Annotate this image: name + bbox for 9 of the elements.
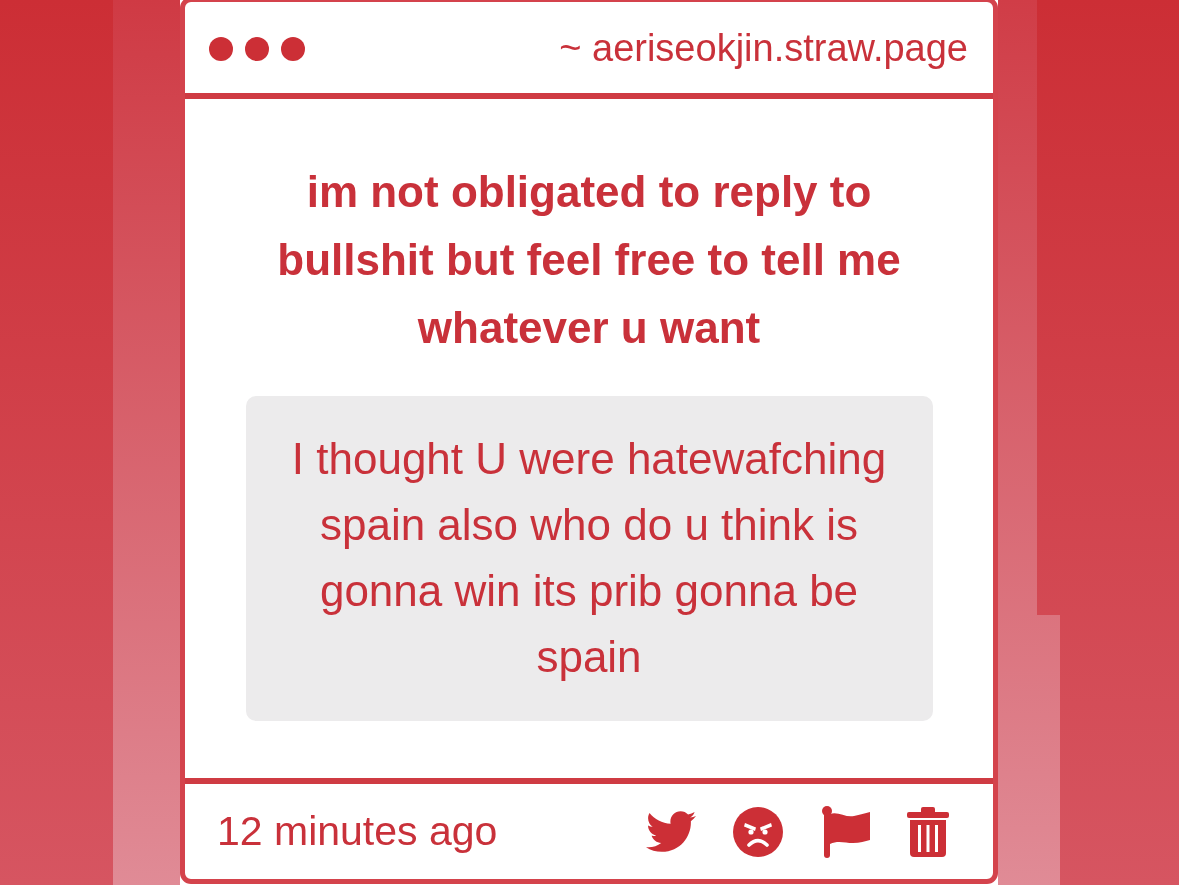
trash-icon[interactable] bbox=[907, 806, 949, 857]
bird-icon[interactable] bbox=[646, 811, 696, 852]
flag-icon[interactable] bbox=[820, 805, 870, 858]
timestamp: 12 minutes ago bbox=[217, 806, 498, 856]
angry-face-icon[interactable] bbox=[733, 806, 783, 857]
message-text: I thought U were hatewafching spain also who do u think is gonna win its prib gonna be spain bbox=[291, 434, 887, 681]
window-dots-icon bbox=[209, 36, 305, 61]
site-url: ~ aeriseokjin.straw.page bbox=[559, 25, 968, 71]
question-text: im not obligated to reply to bullshit but feel free to tell me whatever u want bbox=[276, 166, 902, 354]
